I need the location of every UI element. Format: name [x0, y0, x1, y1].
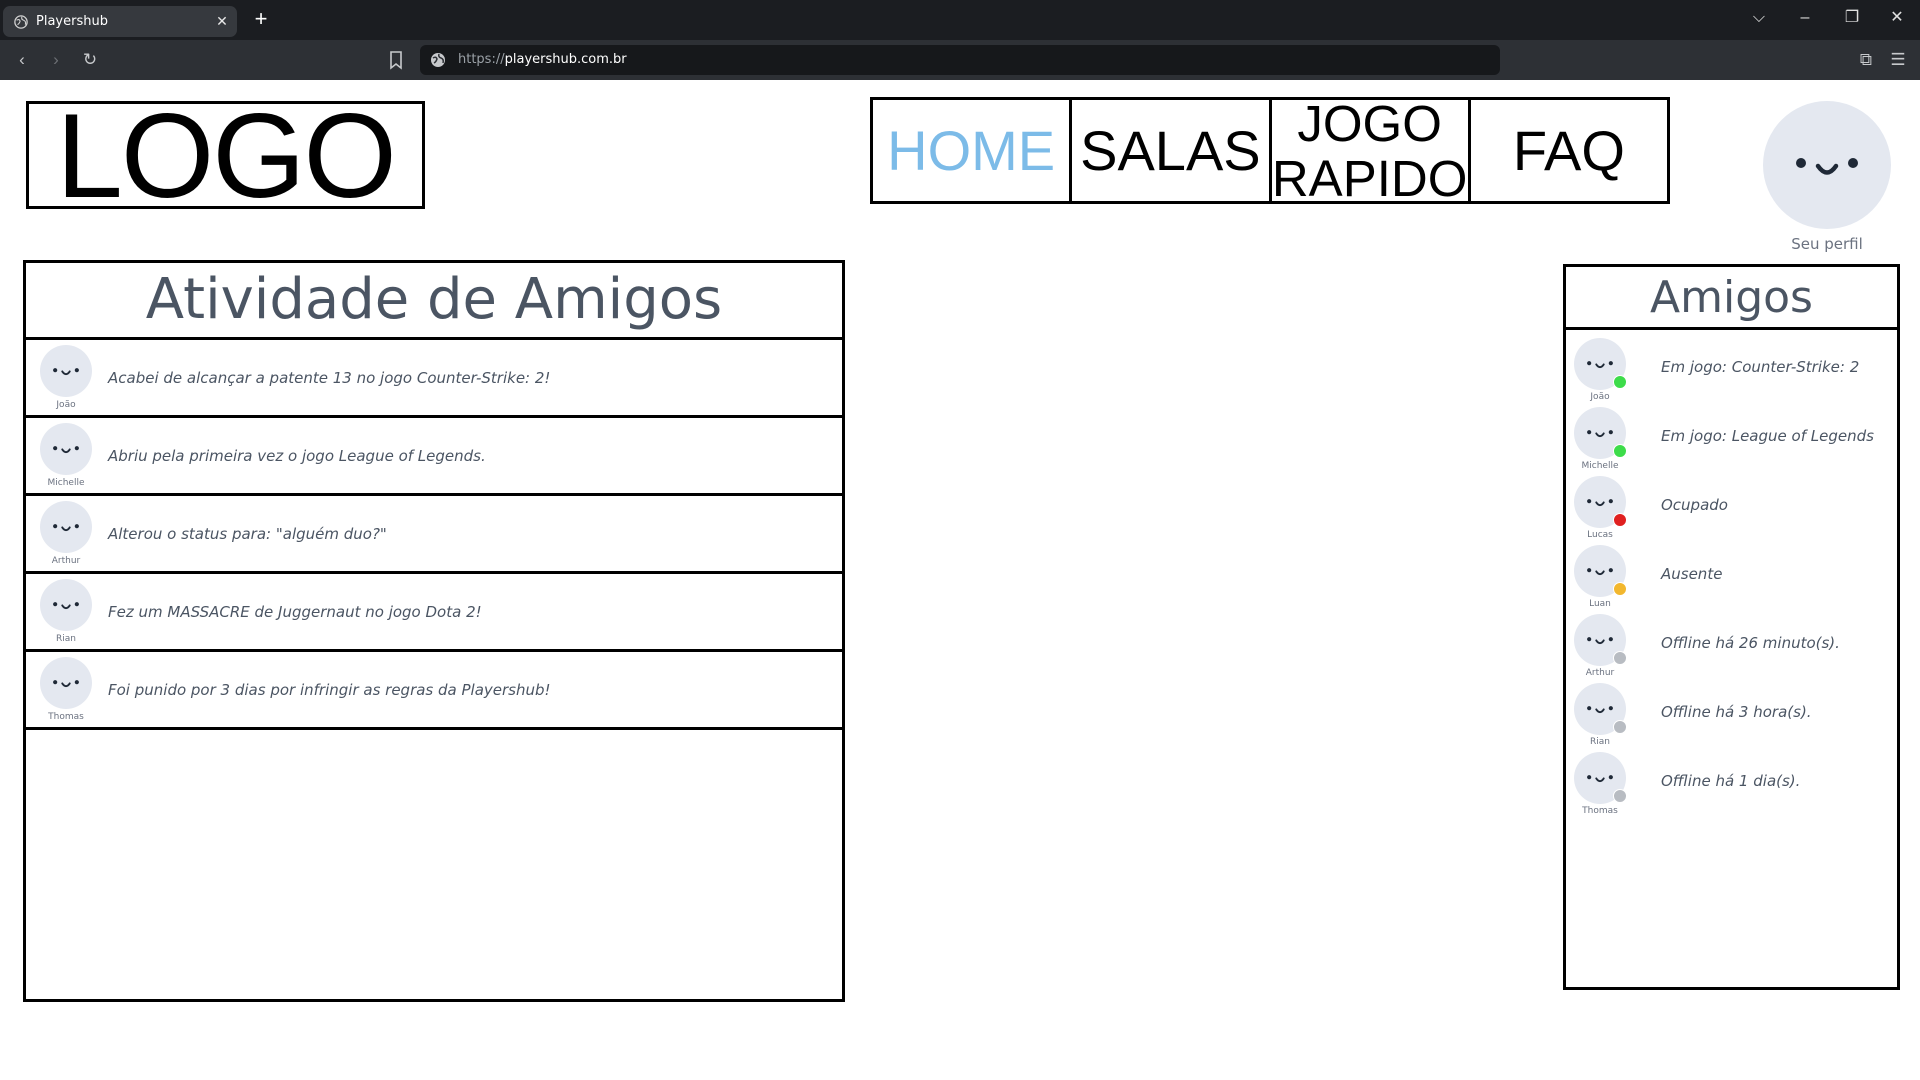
- status-dot: [1613, 375, 1627, 389]
- smiley-face-icon: [1587, 361, 1613, 369]
- nav-faq[interactable]: FAQ: [1471, 100, 1667, 201]
- site-info-icon[interactable]: [430, 52, 446, 68]
- friends-panel: Amigos João Em jogo: Counter-Strike: 2 M…: [1563, 264, 1900, 990]
- friend-name: Arthur: [51, 556, 81, 566]
- nav-home[interactable]: HOME: [873, 100, 1073, 201]
- url-text: https://playershub.com.br: [458, 52, 627, 67]
- friends-list: João Em jogo: Counter-Strike: 2 Michelle…: [1566, 330, 1897, 817]
- main-nav: HOME SALAS JOGO RAPIDO FAQ: [870, 96, 1670, 206]
- status-dot: [1613, 720, 1627, 734]
- smiley-face-icon: [1587, 568, 1613, 576]
- avatar[interactable]: [40, 423, 92, 475]
- browser-tab-bar: Playershub ✕ + ⌵ – ❐ ✕: [0, 0, 1920, 40]
- friend-status: Offline há 1 dia(s).: [1661, 772, 1801, 790]
- smiley-face-icon: [1796, 158, 1858, 175]
- bookmark-icon[interactable]: [388, 50, 404, 70]
- avatar[interactable]: [40, 501, 92, 553]
- friend-name: Thomas: [1582, 806, 1618, 816]
- nav-salas[interactable]: SALAS: [1072, 100, 1272, 201]
- restore-icon[interactable]: ❐: [1837, 6, 1867, 30]
- friend-name: Lucas: [1587, 530, 1613, 540]
- activity-item[interactable]: Thomas Foi punido por 3 dias por infring…: [26, 652, 842, 730]
- friend-status: Ausente: [1661, 565, 1723, 583]
- friend-name: Arthur: [1585, 668, 1615, 678]
- friend-name: Michelle: [1581, 461, 1619, 471]
- friend-item[interactable]: Luan Ausente: [1566, 541, 1897, 610]
- status-dot: [1613, 444, 1627, 458]
- activity-text: Fez um MASSACRE de Juggernaut no jogo Do…: [108, 603, 482, 621]
- back-icon[interactable]: ‹: [10, 49, 34, 71]
- activity-item[interactable]: Rian Fez um MASSACRE de Juggernaut no jo…: [26, 574, 842, 652]
- logo[interactable]: LOGO: [26, 96, 425, 216]
- smiley-face-icon: [1587, 706, 1613, 714]
- address-bar[interactable]: https://playershub.com.br: [420, 45, 1500, 75]
- smiley-face-icon: [53, 446, 79, 454]
- close-icon[interactable]: ✕: [213, 12, 231, 30]
- smiley-face-icon: [1587, 499, 1613, 507]
- friend-item[interactable]: Thomas Offline há 1 dia(s).: [1566, 748, 1897, 817]
- activity-text: Alterou o status para: "alguém duo?": [108, 525, 387, 543]
- activity-text: Acabei de alcançar a patente 13 no jogo …: [108, 369, 551, 387]
- menu-icon[interactable]: ☰: [1887, 49, 1909, 71]
- tab-title: Playershub: [36, 14, 108, 29]
- browser-nav-bar: ‹ › ↻ https://playershub.com.br ⧉ ☰: [0, 40, 1920, 80]
- globe-icon: [14, 15, 28, 29]
- activity-text: Abriu pela primeira vez o jogo League of…: [108, 447, 486, 465]
- friend-item[interactable]: João Em jogo: Counter-Strike: 2: [1566, 334, 1897, 403]
- friend-item[interactable]: Michelle Em jogo: League of Legends: [1566, 403, 1897, 472]
- friend-name: Rian: [56, 634, 76, 644]
- avatar[interactable]: [40, 657, 92, 709]
- friend-name: Michelle: [47, 478, 85, 488]
- smiley-face-icon: [1587, 430, 1613, 438]
- new-tab-button[interactable]: +: [250, 8, 272, 30]
- smiley-face-icon: [53, 524, 79, 532]
- activity-list: João Acabei de alcançar a patente 13 no …: [26, 340, 842, 730]
- nav-jogo-rapido[interactable]: JOGO RAPIDO: [1272, 96, 1471, 206]
- friend-status: Em jogo: League of Legends: [1661, 427, 1874, 445]
- smiley-face-icon: [53, 602, 79, 610]
- activity-item[interactable]: Michelle Abriu pela primeira vez o jogo …: [26, 418, 842, 496]
- url-host: playershub.com.br: [504, 52, 627, 67]
- friend-item[interactable]: Lucas Ocupado: [1566, 472, 1897, 541]
- friend-name: Luan: [1589, 599, 1611, 609]
- friend-item[interactable]: Arthur Offline há 26 minuto(s).: [1566, 610, 1897, 679]
- smiley-face-icon: [53, 680, 79, 688]
- close-window-icon[interactable]: ✕: [1882, 6, 1912, 30]
- minimize-icon[interactable]: –: [1790, 6, 1820, 30]
- friend-item[interactable]: Rian Offline há 3 hora(s).: [1566, 679, 1897, 748]
- avatar[interactable]: [40, 345, 92, 397]
- browser-tab[interactable]: Playershub ✕: [3, 6, 237, 37]
- friend-name: Thomas: [48, 712, 84, 722]
- status-dot: [1613, 651, 1627, 665]
- friend-status: Em jogo: Counter-Strike: 2: [1661, 358, 1860, 376]
- forward-icon[interactable]: ›: [44, 49, 68, 71]
- friend-status: Offline há 3 hora(s).: [1661, 703, 1812, 721]
- friends-title: Amigos: [1566, 267, 1897, 330]
- status-dot: [1613, 513, 1627, 527]
- activity-text: Foi punido por 3 dias por infringir as r…: [108, 681, 551, 699]
- friend-status: Ocupado: [1661, 496, 1728, 514]
- friend-name: João: [56, 400, 76, 410]
- friends-activity-panel: Atividade de Amigos João Acabei de alcan…: [23, 260, 845, 1002]
- tab-list-chevron-icon[interactable]: ⌵: [1744, 6, 1774, 30]
- friend-status: Offline há 26 minuto(s).: [1661, 634, 1840, 652]
- extensions-icon[interactable]: ⧉: [1855, 49, 1877, 71]
- smiley-face-icon: [1587, 637, 1613, 645]
- avatar[interactable]: [40, 579, 92, 631]
- smiley-face-icon: [1587, 775, 1613, 783]
- activity-item[interactable]: Arthur Alterou o status para: "alguém du…: [26, 496, 842, 574]
- activity-item[interactable]: João Acabei de alcançar a patente 13 no …: [26, 340, 842, 418]
- reload-icon[interactable]: ↻: [78, 49, 102, 71]
- status-dot: [1613, 789, 1627, 803]
- url-scheme: https://: [458, 52, 505, 67]
- activity-title: Atividade de Amigos: [26, 263, 842, 340]
- avatar[interactable]: [1763, 101, 1891, 229]
- friend-name: Rian: [1590, 737, 1610, 747]
- friend-name: João: [1590, 392, 1610, 402]
- smiley-face-icon: [53, 368, 79, 376]
- status-dot: [1613, 582, 1627, 596]
- profile-caption[interactable]: Seu perfil: [1763, 235, 1891, 253]
- profile-link[interactable]: Seu perfil: [1763, 101, 1891, 253]
